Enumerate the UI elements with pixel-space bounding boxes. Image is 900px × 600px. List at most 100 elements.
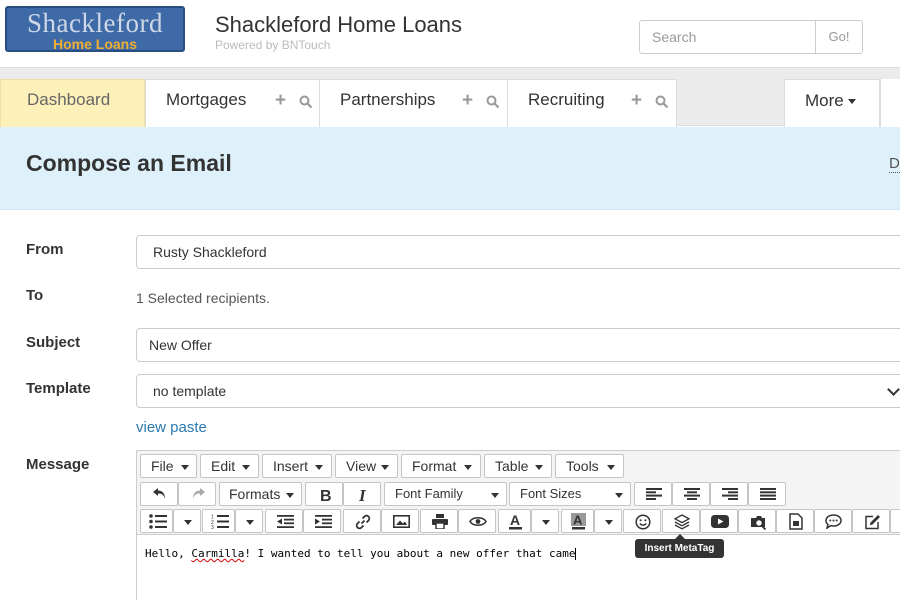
search-icon[interactable] [299, 95, 313, 109]
outdent-button[interactable] [265, 509, 303, 533]
edit-source-button[interactable] [852, 509, 890, 533]
tab-label: Dashboard [27, 90, 111, 109]
tab-mortgages[interactable]: Mortgages + [145, 79, 320, 127]
chevron-down-icon [181, 465, 189, 470]
bold-icon: B [320, 488, 332, 503]
dropdown-label: Font Sizes [520, 486, 582, 501]
insert-link-button[interactable] [343, 509, 381, 533]
misspelled-word: Carmilla [191, 547, 245, 560]
menu-table[interactable]: Table [484, 454, 552, 478]
tab-dashboard[interactable]: Dashboard [0, 79, 145, 127]
font-family-dropdown[interactable]: Font Family [384, 482, 507, 506]
company-logo[interactable]: Shackleford Home Loans [5, 6, 185, 52]
background-color-options[interactable] [594, 509, 622, 533]
dropdown-label: Formats [229, 486, 281, 502]
plus-icon[interactable]: + [275, 91, 286, 111]
view-paste-link[interactable]: view paste [136, 419, 207, 436]
font-sizes-dropdown[interactable]: Font Sizes [509, 482, 631, 506]
message-body-text: Hello, Carmilla! I wanted to tell you ab… [145, 547, 577, 560]
chevron-down-icon [381, 465, 389, 470]
chevron-down-icon [607, 465, 615, 470]
search-go-button[interactable]: Go! [815, 20, 863, 54]
insert-metatag-button[interactable] [662, 509, 700, 533]
italic-button[interactable]: I [343, 482, 381, 506]
svg-text:A: A [573, 513, 583, 528]
image-icon [393, 515, 410, 528]
insert-metatag-tooltip: Insert MetaTag [635, 539, 724, 558]
logo-line1: Shackleford [27, 8, 163, 38]
menu-insert[interactable]: Insert [262, 454, 332, 478]
align-center-button[interactable] [672, 482, 710, 506]
menu-edit[interactable]: Edit [200, 454, 259, 478]
tab-partnerships[interactable]: Partnerships + [319, 79, 508, 127]
svg-text:B: B [320, 488, 332, 503]
bullet-list-button[interactable] [140, 509, 173, 533]
plus-icon[interactable]: + [462, 91, 473, 111]
formats-dropdown[interactable]: Formats [219, 482, 302, 506]
nav-overflow-item[interactable] [880, 79, 900, 127]
svg-text:I: I [358, 487, 367, 503]
subject-field[interactable]: New Offer [136, 328, 900, 362]
insert-image-button[interactable] [381, 509, 419, 533]
menu-label: View [346, 458, 377, 474]
from-field[interactable]: Rusty Shackleford [136, 235, 900, 269]
app-header: Shackleford Home Loans Shackleford Home … [0, 0, 900, 67]
align-left-button[interactable] [634, 482, 672, 506]
print-button[interactable] [420, 509, 458, 533]
comment-button[interactable] [814, 509, 852, 533]
chevron-down-icon [615, 493, 623, 498]
print-icon [432, 514, 448, 529]
tab-recruiting[interactable]: Recruiting + [507, 79, 677, 127]
chevron-down-icon [491, 493, 499, 498]
text-cursor [575, 548, 577, 560]
menu-view[interactable]: View [335, 454, 398, 478]
more-menu-button[interactable]: More [784, 79, 880, 127]
more-label: More [805, 91, 856, 111]
italic-icon: I [358, 487, 367, 503]
align-right-button[interactable] [710, 482, 748, 506]
subject-label: Subject [26, 334, 81, 351]
main-nav: Dashboard Mortgages + Partnerships + Rec… [0, 67, 900, 127]
insert-video-button[interactable] [700, 509, 738, 533]
align-justify-button[interactable] [748, 482, 786, 506]
redo-icon [193, 488, 205, 499]
editor-content-area[interactable]: Hello, Carmilla! I wanted to tell you ab… [137, 534, 900, 600]
plus-icon[interactable]: + [631, 91, 642, 111]
from-label: From [26, 241, 64, 258]
svg-text:3: 3 [211, 525, 214, 529]
menu-label: Table [495, 458, 529, 474]
more-tools-button[interactable] [890, 509, 900, 533]
search-input[interactable] [639, 20, 816, 54]
page-title: Compose an Email [26, 150, 232, 176]
menu-tools[interactable]: Tools [555, 454, 624, 478]
tab-label: Recruiting [528, 90, 605, 109]
bullet-list-options[interactable] [173, 509, 201, 533]
search-icon[interactable] [486, 95, 500, 109]
template-select[interactable]: no template [136, 374, 900, 408]
search-icon[interactable] [655, 95, 669, 109]
text-color-options[interactable] [531, 509, 559, 533]
chevron-down-icon [315, 465, 323, 470]
redo-button[interactable] [178, 482, 216, 506]
numbered-list-button[interactable]: 123 [202, 509, 235, 533]
text-color-button[interactable]: A [498, 509, 531, 533]
background-color-button[interactable]: A [561, 509, 594, 533]
emoticons-button[interactable] [623, 509, 661, 533]
search-media-button[interactable] [738, 509, 776, 533]
eye-icon [469, 516, 487, 527]
preview-button[interactable] [458, 509, 496, 533]
numbered-list-options[interactable] [235, 509, 263, 533]
insert-document-button[interactable] [776, 509, 814, 533]
page-banner: Compose an Email D [0, 127, 900, 210]
indent-icon [315, 515, 332, 528]
menu-format[interactable]: Format [401, 454, 481, 478]
indent-button[interactable] [303, 509, 341, 533]
undo-button[interactable] [140, 482, 178, 506]
document-icon [789, 513, 803, 530]
chevron-down-icon [464, 465, 472, 470]
bold-button[interactable]: B [305, 482, 343, 506]
menu-file[interactable]: File [140, 454, 197, 478]
rich-text-editor: File Edit Insert View Format Table Tools… [136, 450, 900, 600]
banner-link[interactable]: D [889, 155, 900, 173]
align-left-icon [646, 488, 662, 500]
